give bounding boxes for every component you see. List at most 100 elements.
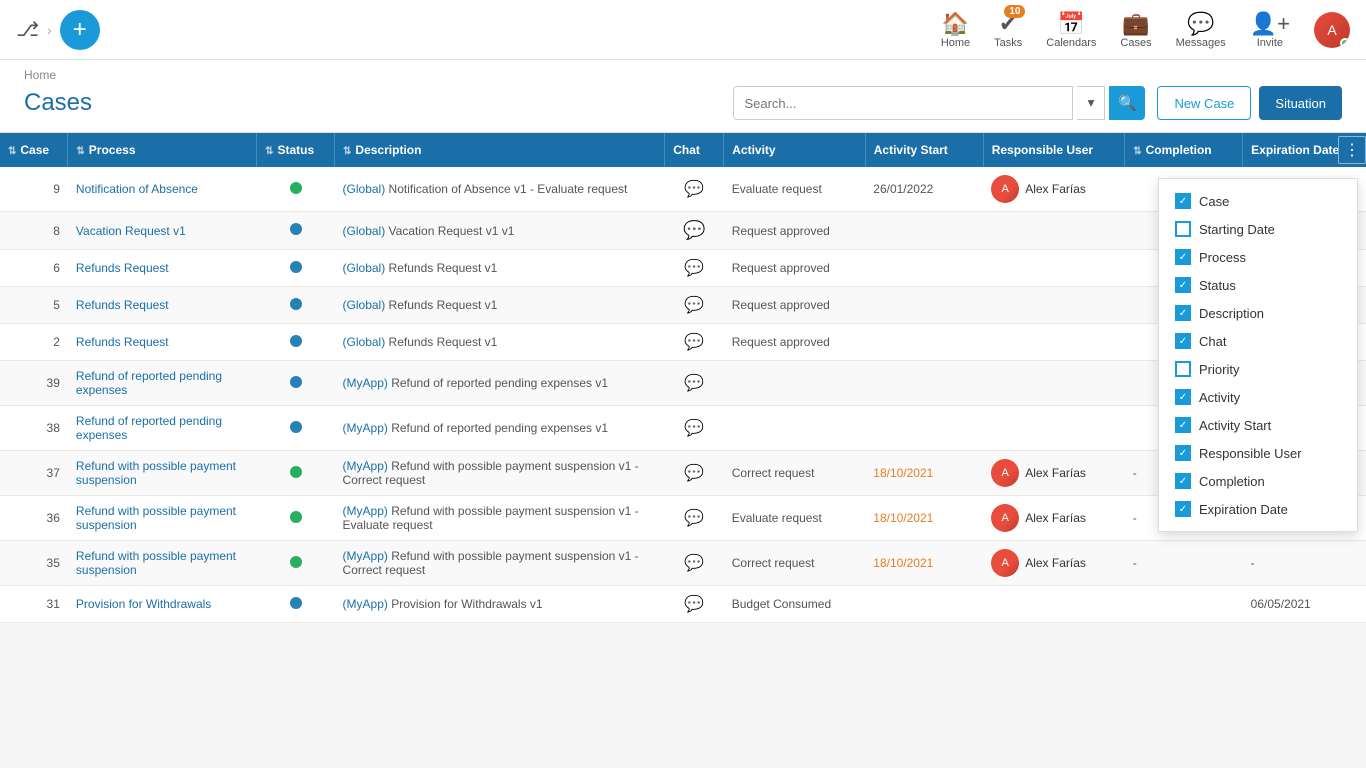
column-dropdown-item[interactable]: Starting Date [1159, 215, 1357, 243]
column-dropdown-item[interactable]: ✓ Chat [1159, 327, 1357, 355]
chat-icon[interactable]: 💬 [683, 220, 705, 240]
td-responsible: A Alex Farías [983, 451, 1125, 496]
description-prefix[interactable]: (Global) [343, 298, 386, 312]
chat-icon[interactable]: 💬 [684, 420, 704, 437]
chat-icon[interactable]: 💬 [684, 297, 704, 314]
search-dropdown-button[interactable]: ▾ [1077, 86, 1105, 120]
chat-icon[interactable]: 💬 [684, 555, 704, 572]
td-process[interactable]: Refund of reported pending expenses [68, 361, 257, 406]
column-checkbox[interactable]: ✓ [1175, 333, 1191, 349]
td-process[interactable]: Refunds Request [68, 287, 257, 324]
responsible-user: A Alex Farías [991, 175, 1117, 203]
td-process[interactable]: Provision for Withdrawals [68, 586, 257, 623]
col-completion-label: Completion [1146, 143, 1212, 157]
column-dropdown: ✓ Case Starting Date ✓ Process ✓ Status … [1158, 178, 1358, 532]
nav-invite[interactable]: 👤+ Invite [1250, 11, 1290, 49]
column-settings-button[interactable]: ⋮ [1338, 136, 1366, 164]
description-prefix[interactable]: (Global) [343, 224, 386, 238]
col-case[interactable]: ⇅Case [0, 133, 68, 167]
td-activity: Evaluate request [724, 496, 866, 541]
chat-icon[interactable]: 💬 [684, 465, 704, 482]
page-header: Home Cases ▾ 🔍 New Case Situation [0, 60, 1366, 133]
col-completion[interactable]: ⇅Completion [1125, 133, 1243, 167]
td-chat[interactable]: 💬 [665, 212, 724, 250]
description-prefix[interactable]: (MyApp) [343, 376, 388, 390]
column-label: Responsible User [1199, 446, 1302, 461]
td-status [257, 361, 335, 406]
column-dropdown-item[interactable]: ✓ Responsible User [1159, 439, 1357, 467]
column-dropdown-item[interactable]: ✓ Activity [1159, 383, 1357, 411]
chat-icon[interactable]: 💬 [684, 510, 704, 527]
column-checkbox[interactable]: ✓ [1175, 473, 1191, 489]
td-chat[interactable]: 💬 [665, 287, 724, 324]
td-process[interactable]: Refund with possible payment suspension [68, 451, 257, 496]
column-label: Expiration Date [1199, 502, 1288, 517]
nav-calendars[interactable]: 📅 Calendars [1046, 11, 1096, 49]
td-process[interactable]: Refunds Request [68, 324, 257, 361]
description-prefix[interactable]: (MyApp) [343, 597, 388, 611]
col-description[interactable]: ⇅Description [335, 133, 665, 167]
td-chat[interactable]: 💬 [665, 250, 724, 287]
nav-home[interactable]: 🏠 Home [941, 11, 970, 49]
column-checkbox[interactable]: ✓ [1175, 501, 1191, 517]
column-checkbox[interactable]: ✓ [1175, 193, 1191, 209]
column-checkbox[interactable]: ✓ [1175, 445, 1191, 461]
description-prefix[interactable]: (MyApp) [343, 504, 388, 518]
responsible-name: Alex Farías [1025, 511, 1086, 525]
td-process[interactable]: Refund with possible payment suspension [68, 541, 257, 586]
td-chat[interactable]: 💬 [665, 361, 724, 406]
column-checkbox[interactable] [1175, 361, 1191, 377]
column-checkbox[interactable]: ✓ [1175, 417, 1191, 433]
avatar[interactable]: A [1314, 12, 1350, 48]
add-button[interactable]: + [60, 10, 100, 50]
td-status [257, 496, 335, 541]
td-chat[interactable]: 💬 [665, 541, 724, 586]
description-prefix[interactable]: (Global) [343, 261, 386, 275]
description-prefix[interactable]: (Global) [343, 335, 386, 349]
user-avatar-img: A [991, 549, 1019, 577]
description-prefix[interactable]: (MyApp) [343, 421, 388, 435]
td-chat[interactable]: 💬 [665, 496, 724, 541]
col-activity-label: Activity [732, 143, 775, 157]
td-process[interactable]: Refund with possible payment suspension [68, 496, 257, 541]
column-dropdown-item[interactable]: ✓ Completion [1159, 467, 1357, 495]
column-dropdown-item[interactable]: ✓ Description [1159, 299, 1357, 327]
chat-icon[interactable]: 💬 [684, 596, 704, 613]
td-chat[interactable]: 💬 [665, 167, 724, 212]
chat-icon[interactable]: 💬 [684, 260, 704, 277]
column-checkbox[interactable] [1175, 221, 1191, 237]
td-process[interactable]: Refunds Request [68, 250, 257, 287]
column-dropdown-item[interactable]: ✓ Activity Start [1159, 411, 1357, 439]
column-dropdown-item[interactable]: ✓ Status [1159, 271, 1357, 299]
column-dropdown-item[interactable]: Priority [1159, 355, 1357, 383]
nav-tasks[interactable]: ✔ 10 Tasks [994, 11, 1022, 49]
column-checkbox[interactable]: ✓ [1175, 277, 1191, 293]
nav-messages[interactable]: 💬 Messages [1176, 11, 1226, 49]
chat-icon[interactable]: 💬 [684, 334, 704, 351]
description-prefix[interactable]: (MyApp) [343, 549, 388, 563]
td-chat[interactable]: 💬 [665, 586, 724, 623]
column-dropdown-item[interactable]: ✓ Case [1159, 187, 1357, 215]
td-process[interactable]: Notification of Absence [68, 167, 257, 212]
chat-icon[interactable]: 💬 [684, 181, 704, 198]
td-process[interactable]: Refund of reported pending expenses [68, 406, 257, 451]
search-input[interactable] [733, 86, 1073, 120]
search-button[interactable]: 🔍 [1109, 86, 1145, 120]
td-chat[interactable]: 💬 [665, 406, 724, 451]
td-chat[interactable]: 💬 [665, 451, 724, 496]
situation-button[interactable]: Situation [1259, 86, 1342, 120]
column-checkbox[interactable]: ✓ [1175, 249, 1191, 265]
td-process[interactable]: Vacation Request v1 [68, 212, 257, 250]
column-dropdown-item[interactable]: ✓ Process [1159, 243, 1357, 271]
description-prefix[interactable]: (MyApp) [343, 459, 388, 473]
col-status[interactable]: ⇅Status [257, 133, 335, 167]
col-process[interactable]: ⇅Process [68, 133, 257, 167]
description-prefix[interactable]: (Global) [343, 182, 386, 196]
new-case-button[interactable]: New Case [1157, 86, 1251, 120]
td-chat[interactable]: 💬 [665, 324, 724, 361]
column-checkbox[interactable]: ✓ [1175, 389, 1191, 405]
chat-icon[interactable]: 💬 [684, 375, 704, 392]
column-dropdown-item[interactable]: ✓ Expiration Date [1159, 495, 1357, 523]
column-checkbox[interactable]: ✓ [1175, 305, 1191, 321]
nav-cases[interactable]: 💼 Cases [1120, 11, 1151, 49]
